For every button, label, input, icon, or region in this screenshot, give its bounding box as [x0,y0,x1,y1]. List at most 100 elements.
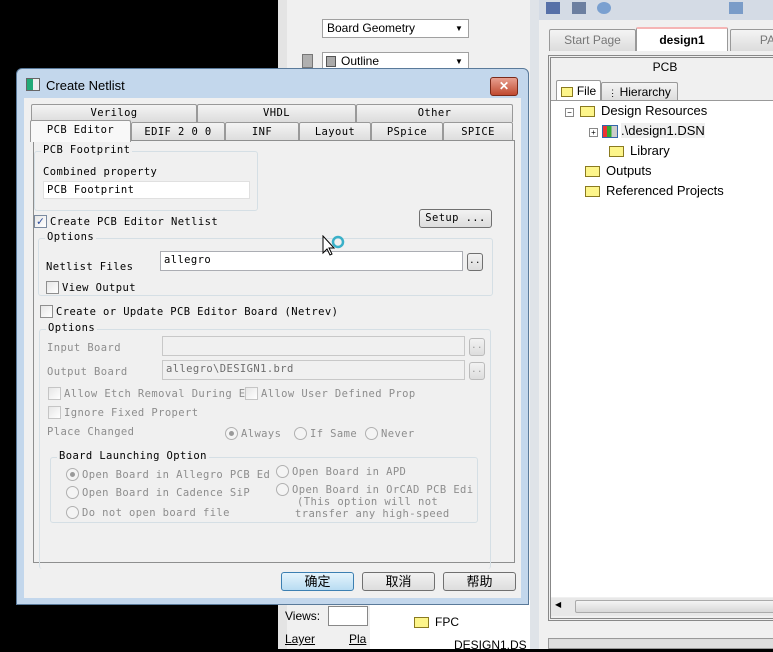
hierarchy-icon: ⋮ [608,88,620,98]
toolbar-icon[interactable] [546,2,560,14]
do-not-open-label: Do not open board file [82,507,230,519]
allow-user-checkbox[interactable] [245,387,258,400]
ok-button[interactable]: 确定 [281,572,354,591]
color-swatch [302,54,313,68]
folder-icon [414,617,429,629]
tab-pcb-editor[interactable]: PCB Editor [30,120,131,142]
input-board-browse[interactable]: .. [469,338,485,356]
tree-item-referenced-projects[interactable]: Referenced Projects [585,183,724,198]
plan-label[interactable]: Pla [349,632,366,646]
toolbar-icon[interactable] [572,2,586,14]
netrev-label: Create or Update PCB Editor Board (Netre… [56,306,339,318]
schematic-icon [602,125,618,139]
combined-property-input[interactable]: PCB Footprint [43,181,250,199]
netlist-browse-button[interactable]: .. [467,253,483,271]
tab-panel: PCB Footprint Combined property PCB Foot… [33,140,515,569]
tab-edif[interactable]: EDIF 2 0 0 [131,122,225,141]
tree-item-design1-dsn[interactable]: + .\design1.DSN [589,123,705,139]
tab-layout[interactable]: Layout [299,122,371,141]
chevron-down-icon: ▼ [455,24,463,33]
allow-etch-checkbox[interactable] [48,387,61,400]
tree-item-library[interactable]: Library [609,143,670,158]
input-board-input[interactable] [162,336,465,356]
project-frame: PCB File ⋮ Hierarchy − Design Resources +… [548,55,773,621]
chevron-down-icon: ▼ [455,57,463,66]
help-button[interactable]: 帮助 [443,572,516,591]
busy-cursor-icon [322,234,348,260]
radio-always[interactable] [225,427,238,440]
radio-open-orcad[interactable] [276,483,289,496]
output-board-browse[interactable]: .. [469,362,485,380]
allow-etch-label: Allow Etch Removal During E [64,388,246,400]
folder-icon [585,186,600,198]
toolbar-icon[interactable] [729,2,743,14]
horizontal-scrollbar[interactable]: ◀ [551,598,773,616]
collapse-icon[interactable]: − [565,108,574,117]
tab-pa[interactable]: PA [730,29,773,51]
app-icon [26,78,40,91]
tree-item-design-resources[interactable]: − Design Resources [565,103,707,118]
tab-start-page[interactable]: Start Page [549,29,636,51]
open-apd-label: Open Board in APD [292,466,407,478]
tab-design1[interactable]: design1 [636,27,728,51]
tab-other[interactable]: Other [356,104,513,122]
view-output-label: View Output [62,282,136,294]
if-same-label: If Same [310,428,358,440]
tab-inf[interactable]: INF [225,122,299,141]
folder-icon [580,106,595,118]
folder-icon [560,86,573,97]
list-item[interactable]: DESIGN1.DS [454,638,527,652]
radio-open-sip[interactable] [66,486,79,499]
create-netlist-dialog: Create Netlist ✕ Verilog VHDL Other PCB … [16,68,529,605]
open-orcad-label: Open Board in OrCAD PCB Edi [292,484,474,496]
create-netlist-label: Create PCB Editor Netlist [50,216,219,228]
cancel-button[interactable]: 取消 [362,572,435,591]
create-netlist-checkbox[interactable]: ✓ [34,215,47,228]
setup-button[interactable]: Setup ... [419,209,492,228]
folder-icon [609,146,624,158]
close-button[interactable]: ✕ [490,77,518,96]
toolbar [539,0,773,20]
output-board-input[interactable]: allegro\DESIGN1.brd [162,360,465,380]
netrev-checkbox[interactable] [40,305,53,318]
radio-do-not-open[interactable] [66,506,79,519]
bottom-scrollbar[interactable] [548,638,773,649]
footprint-group: PCB Footprint Combined property PCB Foot… [34,144,258,211]
output-board-label: Output Board [47,366,128,378]
toolbar-icon[interactable] [597,2,611,14]
ignore-fixed-checkbox[interactable] [48,406,61,419]
tree-item-outputs[interactable]: Outputs [585,163,652,178]
input-board-label: Input Board [47,342,121,354]
folder-icon [585,166,600,178]
ignore-fixed-label: Ignore Fixed Propert [64,407,199,419]
layer-combo[interactable]: Board Geometry ▼ [322,19,469,38]
allow-user-label: Allow User Defined Prop [261,388,416,400]
tab-spice[interactable]: SPICE [443,122,513,141]
scroll-left-icon[interactable]: ◀ [555,600,561,609]
radio-if-same[interactable] [294,427,307,440]
orcad-note: (This option will not [297,496,439,508]
orcad-note: transfer any high-speed [295,508,450,520]
tab-pspice[interactable]: PSpice [371,122,443,141]
never-label: Never [381,428,415,440]
launch-group: Board Launching Option Open Board in All… [50,450,478,523]
views-label: Views: [285,609,321,623]
radio-open-allegro[interactable] [66,468,79,481]
open-sip-label: Open Board in Cadence SiP [82,487,251,499]
expand-icon[interactable]: + [589,128,598,137]
dialog-body: Verilog VHDL Other PCB Editor EDIF 2 0 0… [24,98,521,598]
tab-vhdl[interactable]: VHDL [197,104,356,122]
netlist-files-input[interactable]: allegro [160,251,463,271]
views-input[interactable] [328,606,368,626]
radio-never[interactable] [365,427,378,440]
view-output-checkbox[interactable] [46,281,59,294]
combined-property-label: Combined property [43,166,158,178]
options-group: Options Netlist Files allegro .. View Ou… [38,231,493,296]
list-item[interactable]: FPC [414,615,459,629]
pcb-header: PCB [652,60,678,74]
tab-hierarchy[interactable]: ⋮ Hierarchy [601,82,678,101]
tab-file[interactable]: File [556,80,601,101]
file-list: FPC DESIGN1.DS [370,600,530,652]
radio-open-apd[interactable] [276,465,289,478]
layer-label[interactable]: Layer [285,632,315,646]
